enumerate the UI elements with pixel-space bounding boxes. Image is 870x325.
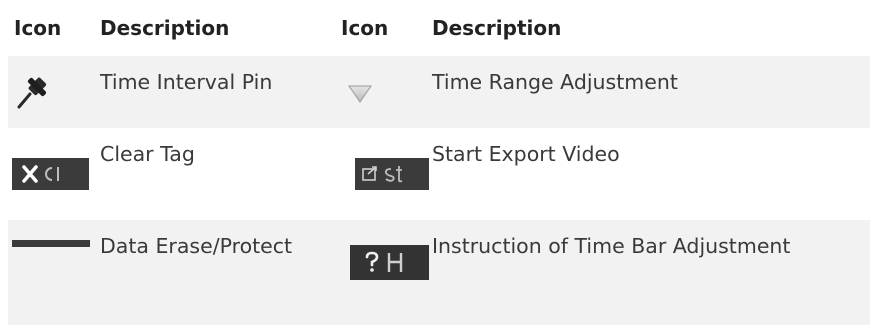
table-row: Clear Tag Start Export Video	[8, 128, 870, 220]
description-start-export-video: Start Export Video	[432, 142, 620, 166]
help-button-icon	[350, 245, 429, 280]
pin-icon	[14, 72, 56, 112]
header-icon-1: Icon	[14, 16, 62, 40]
header-icon-2: Icon	[341, 16, 389, 40]
header-description-2: Description	[432, 16, 562, 40]
description-time-range-adjustment: Time Range Adjustment	[432, 70, 678, 94]
table-row: Time Interval Pin Time Range Adjustment	[8, 56, 870, 128]
table-row: Data Erase/Protect Instruction of Time B…	[8, 220, 870, 325]
start-export-button-icon	[355, 158, 429, 190]
description-clear-tag: Clear Tag	[100, 142, 195, 166]
description-time-interval-pin: Time Interval Pin	[100, 70, 273, 94]
icon-description-table: Icon Description Icon Description Time I…	[8, 0, 870, 325]
triangle-down-icon	[348, 84, 372, 104]
description-instruction-time-bar-adjustment: Instruction of Time Bar Adjustment	[432, 234, 791, 258]
header-description-1: Description	[100, 16, 230, 40]
data-erase-protect-button-icon	[12, 240, 90, 247]
description-data-erase-protect: Data Erase/Protect	[100, 234, 293, 258]
table-header-row: Icon Description Icon Description	[8, 0, 870, 56]
clear-tag-button-icon	[12, 158, 89, 190]
